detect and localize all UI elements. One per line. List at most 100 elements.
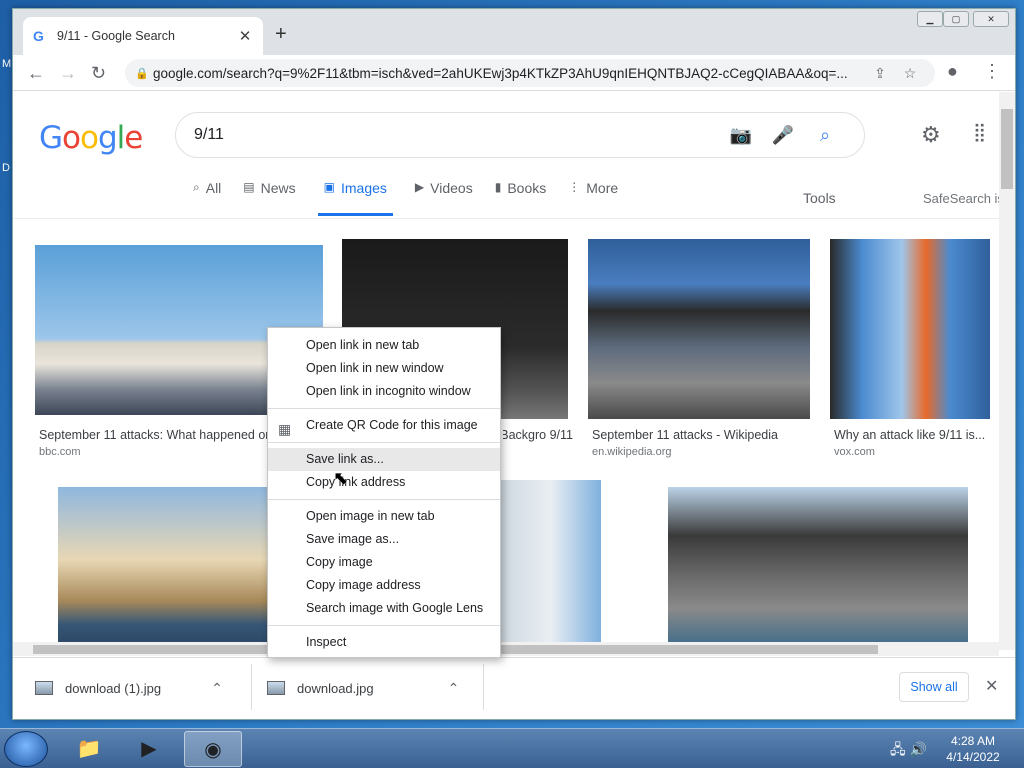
image-file-icon [267, 681, 285, 695]
menu-create-qr-code[interactable]: ▦ Create QR Code for this image [268, 414, 500, 437]
menu-open-link-new-tab[interactable]: Open link in new tab [268, 334, 500, 357]
tab-images[interactable]: ▣ Images [317, 180, 393, 216]
chevron-up-icon[interactable]: ⌃ [448, 680, 460, 697]
header-divider [13, 218, 999, 219]
chevron-up-icon[interactable]: ⌃ [211, 680, 223, 697]
tab-label: All [205, 180, 222, 196]
result-image[interactable] [668, 487, 968, 649]
volume-icon[interactable]: 🔊 [910, 741, 927, 757]
url-text[interactable]: google.com/search?q=9%2F11&tbm=isch&ved=… [153, 66, 865, 81]
download-item[interactable]: download (1).jpg ⌃ [35, 672, 223, 704]
menu-copy-image[interactable]: Copy image [268, 551, 500, 574]
download-item[interactable]: download.jpg ⌃ [267, 672, 459, 704]
share-icon[interactable]: ⇪ [865, 65, 895, 82]
menu-search-google-lens[interactable]: Search image with Google Lens [268, 597, 500, 620]
menu-separator [268, 499, 500, 500]
menu-separator [268, 408, 500, 409]
google-images-page: Google 9/11 📷 🎤 ⌕ ⚙ ⣿ ⌕ All ▤ News ▣ Images… [13, 92, 999, 650]
clock-time: 4:28 AM [950, 734, 996, 748]
tab-more[interactable]: ⋮ More [568, 180, 618, 216]
download-separator [483, 664, 484, 710]
back-arrow-icon[interactable]: ← [27, 63, 45, 84]
menu-kebab-icon[interactable]: ⋮ [983, 61, 1001, 82]
result-caption[interactable]: September 11 attacks: What happened on 9… [39, 428, 269, 442]
bookmark-star-icon[interactable]: ☆ [895, 65, 925, 82]
videos-icon: ▶ [414, 180, 425, 194]
vertical-scroll-thumb[interactable] [1001, 109, 1013, 189]
search-input[interactable]: 9/11 [194, 126, 720, 144]
tab-news[interactable]: ▤ News [243, 180, 295, 216]
window-close-button[interactable]: ✕ [973, 11, 1009, 27]
media-player-icon[interactable]: ▶ [122, 731, 176, 767]
more-icon: ⋮ [568, 180, 581, 194]
result-source[interactable]: bbc.com [39, 446, 81, 458]
taskbar: 📁 ▶ ◉ 🖧 🔊 4:28 AM 4/14/2022 [0, 728, 1024, 768]
clock-date: 4/14/2022 [946, 750, 1000, 764]
menu-open-image-new-tab[interactable]: Open image in new tab [268, 505, 500, 528]
tab-all[interactable]: ⌕ All [193, 180, 221, 216]
clock[interactable]: 4:28 AM 4/14/2022 [938, 733, 1008, 765]
menu-copy-link-address[interactable]: Copy link address [268, 471, 500, 494]
browser-tab[interactable]: G 9/11 - Google Search ✕ [23, 17, 263, 55]
forward-arrow-icon[interactable]: → [59, 63, 77, 84]
menu-item-label: Create QR Code for this image [306, 418, 478, 432]
tab-videos[interactable]: ▶ Videos [415, 180, 473, 216]
result-image[interactable] [588, 239, 810, 419]
tab-label: Books [507, 180, 547, 196]
result-image[interactable] [501, 480, 601, 650]
tab-strip: G 9/11 - Google Search ✕ + ▁ ▢ ✕ [13, 9, 1015, 55]
menu-open-link-new-window[interactable]: Open link in new window [268, 357, 500, 380]
close-icon[interactable]: ✕ [985, 676, 998, 696]
tab-title: 9/11 - Google Search [57, 29, 175, 43]
google-favicon-icon: G [33, 28, 44, 44]
result-source[interactable]: vox.com [834, 446, 875, 458]
show-all-button[interactable]: Show all [899, 672, 969, 702]
result-image[interactable] [830, 239, 990, 419]
search-tabs: ⌕ All ▤ News ▣ Images ▶ Videos ▮ Books ⋮ More [193, 180, 640, 216]
result-caption[interactable]: Why an attack like 9/11 is... [834, 428, 994, 442]
file-explorer-icon[interactable]: 📁 [62, 731, 116, 767]
apps-grid-icon[interactable]: ⣿ [973, 122, 986, 143]
menu-save-image-as[interactable]: Save image as... [268, 528, 500, 551]
profile-avatar-icon[interactable]: ● [947, 61, 958, 82]
maximize-button[interactable]: ▢ [943, 11, 969, 27]
result-image[interactable] [58, 487, 268, 649]
desktop-icon-label: M [2, 58, 12, 70]
menu-copy-image-address[interactable]: Copy image address [268, 574, 500, 597]
qr-code-icon: ▦ [278, 421, 292, 437]
images-icon: ▣ [323, 180, 335, 194]
tab-close-icon[interactable]: ✕ [237, 27, 253, 45]
network-icon[interactable]: 🖧 [890, 741, 906, 757]
tools-button[interactable]: Tools [803, 190, 836, 206]
tab-label: News [260, 180, 296, 196]
result-caption[interactable]: 9/11 Wallpapers, Backgro... [503, 428, 573, 442]
result-caption[interactable]: September 11 attacks - Wikipedia [592, 428, 812, 442]
new-tab-button[interactable]: + [275, 23, 287, 46]
search-icon[interactable]: ⌕ [804, 125, 846, 146]
microphone-icon[interactable]: 🎤 [762, 125, 804, 146]
browser-window: G 9/11 - Google Search ✕ + ▁ ▢ ✕ ← → ↻ 🔒… [12, 8, 1016, 720]
menu-separator [268, 625, 500, 626]
start-button[interactable] [4, 731, 48, 767]
result-source[interactable]: en.wikipedia.org [592, 446, 672, 458]
tab-books[interactable]: ▮ Books [495, 180, 547, 216]
menu-open-link-incognito[interactable]: Open link in incognito window [268, 380, 500, 403]
mouse-cursor-icon: ⬉ [333, 468, 349, 488]
menu-inspect[interactable]: Inspect [268, 631, 500, 654]
safesearch-label[interactable]: SafeSearch is on [923, 191, 999, 206]
google-logo[interactable]: Google [39, 120, 143, 156]
system-tray: 🖧 🔊 [890, 739, 927, 763]
context-menu: Open link in new tab Open link in new wi… [267, 327, 501, 658]
reload-icon[interactable]: ↻ [91, 63, 106, 84]
download-separator [251, 664, 252, 710]
gear-icon[interactable]: ⚙ [921, 122, 941, 148]
browser-toolbar: ← → ↻ 🔒 google.com/search?q=9%2F11&tbm=i… [13, 55, 1015, 91]
address-bar[interactable]: 🔒 google.com/search?q=9%2F11&tbm=isch&ve… [125, 59, 935, 87]
desktop-icon-label: D [2, 162, 10, 174]
menu-save-link-as[interactable]: Save link as... [268, 448, 500, 471]
camera-icon[interactable]: 📷 [720, 125, 762, 146]
minimize-button[interactable]: ▁ [917, 11, 943, 27]
lock-icon: 🔒 [135, 67, 149, 80]
chrome-taskbar-icon[interactable]: ◉ [184, 731, 242, 767]
search-box[interactable]: 9/11 📷 🎤 ⌕ [175, 112, 865, 158]
